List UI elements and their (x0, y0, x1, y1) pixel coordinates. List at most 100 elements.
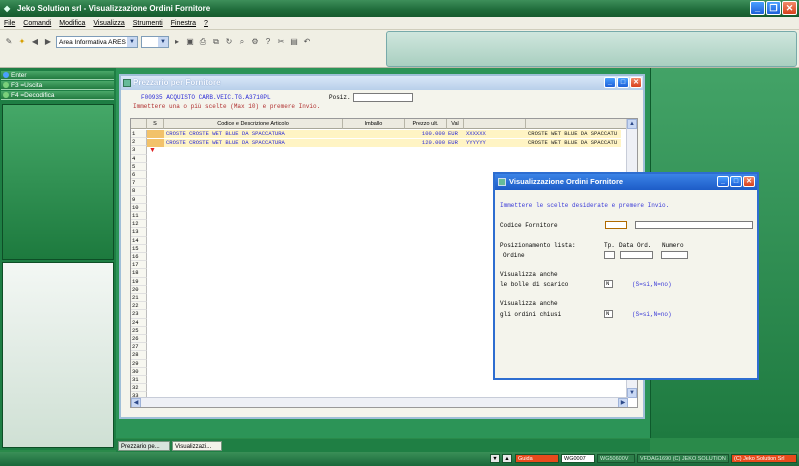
table-row[interactable]: CROSTE CROSTE WET BLUE DA SPACCATURA 120… (147, 138, 621, 147)
row-number: 14 (131, 236, 147, 245)
restore-button[interactable]: ❐ (766, 1, 781, 15)
paste-icon[interactable]: ▤ (289, 37, 299, 47)
column-header-description[interactable]: Codice e Descrizione Articolo (164, 119, 343, 129)
prezzario-maximize-button[interactable]: □ (617, 77, 629, 88)
forward-icon[interactable]: ▶ (43, 37, 53, 47)
dialog-instruction: Immettere le scelte desiderate e premere… (500, 202, 670, 209)
row-number: 15 (131, 244, 147, 253)
column-header-desc2[interactable] (526, 119, 628, 129)
scroll-up-icon[interactable]: ▲ (627, 119, 637, 129)
close-button[interactable]: ✕ (782, 1, 797, 15)
settings-icon[interactable]: ⚙ (250, 37, 260, 47)
search-icon[interactable]: ⌕ (237, 37, 247, 47)
star-icon[interactable]: ✦ (17, 37, 27, 47)
menu-comandi[interactable]: Comandi (23, 20, 51, 27)
row-number: 9 (131, 195, 147, 204)
undo-icon[interactable]: ↶ (302, 37, 312, 47)
menu-visualizza[interactable]: Visualizza (93, 20, 124, 27)
dialog-minimize-button[interactable]: _ (717, 176, 729, 187)
chiusi-label-line1: Visualizza anche (500, 300, 558, 307)
column-header-imballo[interactable]: Imballo (343, 119, 405, 129)
dialog-maximize-button[interactable]: □ (730, 176, 742, 187)
selection-cell[interactable] (147, 138, 164, 147)
scroll-left-icon[interactable]: ◀ (131, 398, 141, 407)
dialog-close-button[interactable]: ✕ (743, 176, 755, 187)
menu-file[interactable]: File (4, 20, 15, 27)
table-row[interactable]: CROSTE CROSTE WET BLUE DA SPACCATURA 100… (147, 130, 621, 139)
chevron-down-icon[interactable]: ▼ (127, 37, 137, 47)
prezzario-title-bar: Prezzario per Fornitore _ □ ✕ (121, 76, 643, 90)
scroll-right-icon[interactable]: ▶ (618, 398, 628, 407)
secondary-combo[interactable]: ▼ (141, 36, 169, 48)
guida-status[interactable]: Guida (515, 454, 559, 463)
cell-desc2: CROSTE WET BLUE DA SPACCATU (528, 138, 618, 146)
menu-help[interactable]: ? (204, 20, 208, 27)
tab-visualizzazione[interactable]: Visualizzazi... (172, 441, 222, 451)
arrow-down-icon[interactable]: ▼ (490, 454, 500, 463)
left-panel-upper (2, 104, 114, 260)
arrow-up-icon[interactable]: ▲ (502, 454, 512, 463)
row-number: 7 (131, 179, 147, 188)
copy-icon[interactable]: ⧉ (211, 37, 221, 47)
chiusi-label-line2: gli ordini chiusi (500, 311, 562, 318)
row-number: 13 (131, 228, 147, 237)
prezzario-close-button[interactable]: ✕ (630, 77, 642, 88)
enter-icon (3, 72, 9, 78)
bolle-label-line1: Visualizza anche (500, 271, 558, 278)
prezzario-minimize-button[interactable]: _ (604, 77, 616, 88)
numero-label: Numero (662, 242, 684, 249)
sidebar-item-uscita[interactable]: F3 =Uscita (1, 81, 114, 90)
tp-input[interactable] (604, 251, 615, 259)
scroll-down-icon[interactable]: ▼ (627, 388, 637, 398)
row-number: 4 (131, 154, 147, 163)
cut-icon[interactable]: ✂ (276, 37, 286, 47)
print-icon[interactable]: ⎙ (198, 37, 208, 47)
supplier-header: F00935 ACQUISTO CARB.VEIC.TG.A3710PL (141, 94, 271, 101)
codice-fornitore-input[interactable] (605, 221, 627, 229)
column-header-code[interactable] (464, 119, 526, 129)
row-number: 8 (131, 187, 147, 196)
fornitore-name-field[interactable] (635, 221, 753, 229)
column-header-s[interactable]: S (147, 119, 164, 129)
column-header-val[interactable]: Val (447, 119, 464, 129)
row-number: 19 (131, 277, 147, 286)
save-icon[interactable]: ▣ (185, 37, 195, 47)
back-icon[interactable]: ◀ (30, 37, 40, 47)
row-number: 24 (131, 318, 147, 327)
menu-strumenti[interactable]: Strumenti (133, 20, 163, 27)
sidebar-item-enter[interactable]: Enter (1, 71, 114, 80)
row-number: 22 (131, 302, 147, 311)
row-number: 31 (131, 376, 147, 385)
menu-modifica[interactable]: Modifica (59, 20, 85, 27)
posiz-input[interactable] (353, 93, 413, 102)
tab-prezzario[interactable]: Prezzario pe... (118, 441, 170, 451)
area-combo[interactable]: Area Informativa ARES ▼ (56, 36, 138, 48)
play-icon[interactable]: ▸ (172, 37, 182, 47)
sidebar-item-decodifica[interactable]: F4 =Decodifica (1, 91, 114, 100)
status-field-3: VFDAG1690 (C) JEKO SOLUTION S.R. (637, 454, 729, 463)
chevron-down-icon[interactable]: ▼ (158, 37, 168, 47)
cell-val: EUR (448, 130, 458, 137)
numero-input[interactable] (661, 251, 688, 259)
status-field-2: WG50600V (597, 454, 635, 463)
help-icon[interactable]: ? (263, 37, 273, 47)
ordine-label: Ordine (503, 252, 525, 259)
chiusi-input[interactable]: N (604, 310, 613, 318)
column-header-price[interactable]: Prezzo ult. (405, 119, 447, 129)
row-number: 20 (131, 285, 147, 294)
row-number: 27 (131, 343, 147, 352)
dialog-title-bar: Visualizzazione Ordini Fornitore _ □ ✕ (495, 174, 757, 190)
window-icon (498, 178, 506, 186)
selection-cell[interactable] (147, 130, 164, 138)
row-number: 26 (131, 335, 147, 344)
refresh-icon[interactable]: ↻ (224, 37, 234, 47)
data-ord-input[interactable] (620, 251, 653, 259)
column-header-rownum (131, 119, 147, 129)
bolle-input[interactable]: N (604, 280, 613, 288)
minimize-button[interactable]: _ (750, 1, 765, 15)
row-number: 6 (131, 171, 147, 180)
edit-icon[interactable]: ✎ (4, 37, 14, 47)
menu-finestra[interactable]: Finestra (171, 20, 196, 27)
app-icon: ◆ (4, 3, 11, 13)
horizontal-scrollbar[interactable]: ◀ ▶ (131, 397, 628, 407)
